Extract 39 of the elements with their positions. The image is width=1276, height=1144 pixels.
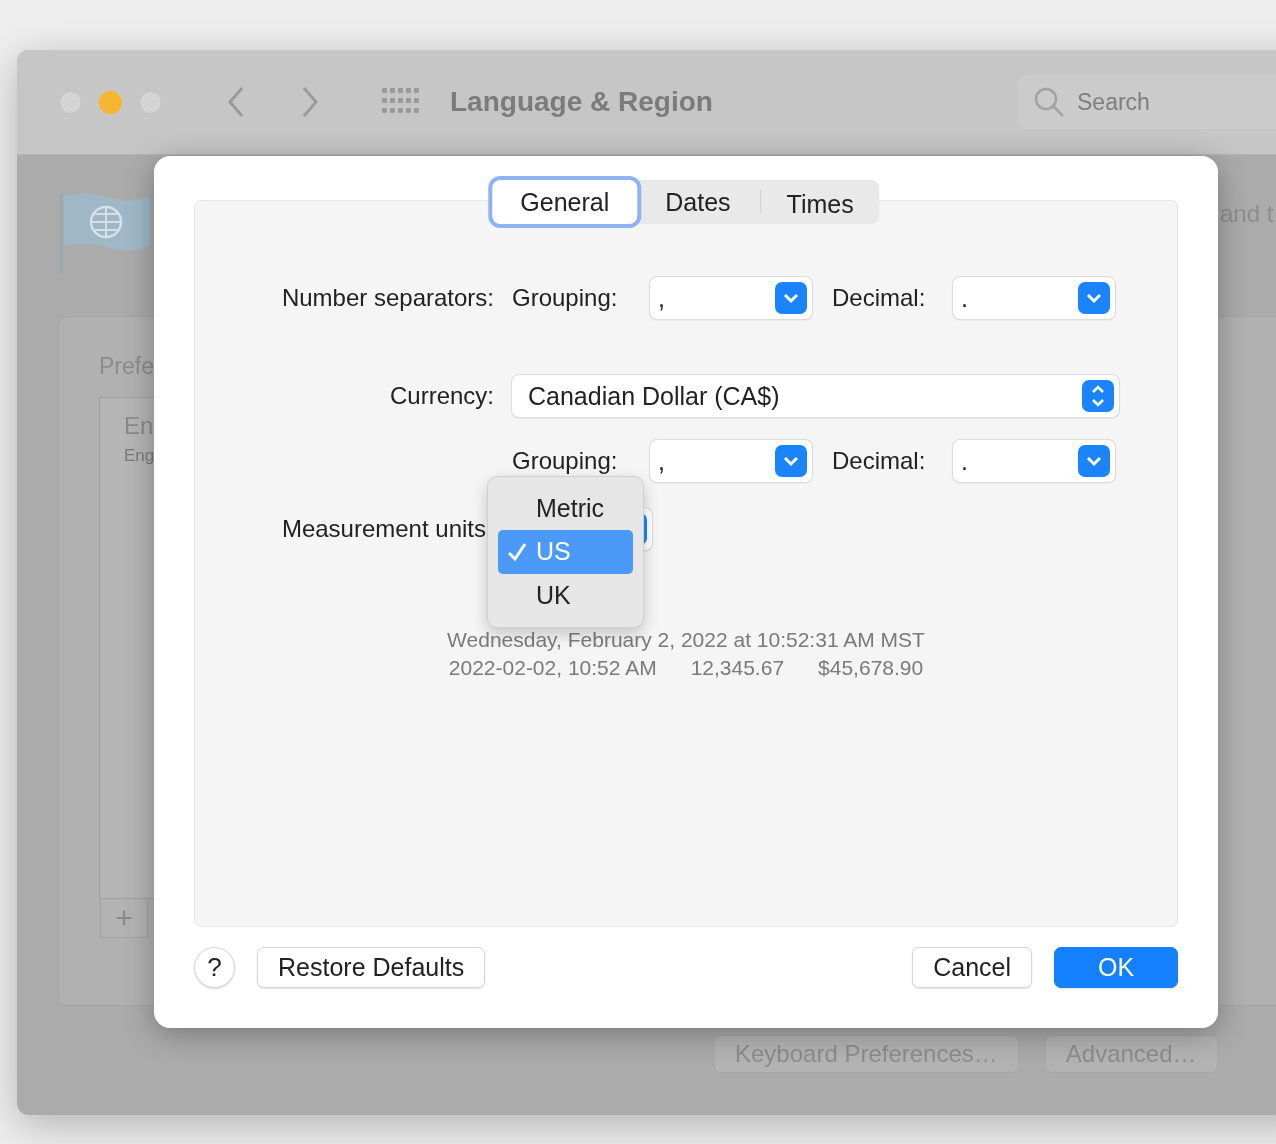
list-item-subtitle: Eng <box>124 446 156 466</box>
grouping-popup[interactable]: , <box>650 277 812 319</box>
back-icon[interactable] <box>226 86 246 118</box>
field-label: Decimal: <box>832 447 927 475</box>
chevron-down-icon <box>775 282 807 314</box>
field-label: Number separators: <box>280 284 494 312</box>
field-label: Currency: <box>388 382 494 410</box>
up-down-icon <box>1082 380 1114 412</box>
help-button[interactable]: ? <box>194 947 235 988</box>
checkmark-icon <box>506 541 528 564</box>
flag-icon <box>60 190 152 276</box>
decimal-popup[interactable]: . <box>953 277 1115 319</box>
decimal-popup[interactable]: . <box>953 440 1115 482</box>
minimize-light-icon[interactable] <box>99 90 122 114</box>
dialog-button[interactable]: Cancel <box>912 947 1032 988</box>
chevron-down-icon <box>1078 282 1110 314</box>
currency-popup[interactable]: Canadian Dollar (CA$) <box>512 375 1119 417</box>
search-field[interactable]: Search <box>1017 75 1276 129</box>
dialog-button[interactable]: Restore Defaults <box>257 947 486 988</box>
field-label: Decimal: <box>832 284 927 312</box>
search-icon <box>1033 86 1065 118</box>
tab[interactable]: Times <box>760 190 854 214</box>
sample-text: Wednesday, February 2, 2022 at 10:52:31 AM MST <box>447 628 925 652</box>
window-title: Language & Region <box>450 86 713 118</box>
forward-icon[interactable] <box>300 86 320 118</box>
grouping-popup[interactable]: , <box>650 440 812 482</box>
chevron-down-icon <box>775 445 807 477</box>
field-label: Grouping: <box>512 284 619 312</box>
sample-text: 2022-02-02, 10:52 AM <box>448 656 657 680</box>
tab[interactable]: Dates <box>637 180 759 224</box>
sample-text: $45,678.90 <box>818 656 924 680</box>
menu-item[interactable]: Metric <box>498 487 633 531</box>
dialog-button[interactable]: OK <box>1054 947 1178 988</box>
sample-text: 12,345.67 <box>690 656 785 680</box>
grid-icon[interactable] <box>382 88 420 116</box>
field-label: Grouping: <box>512 447 619 475</box>
chevron-down-icon <box>1078 445 1110 477</box>
menu-item[interactable]: UK <box>498 573 633 617</box>
field-label: Measurement units <box>280 515 486 543</box>
